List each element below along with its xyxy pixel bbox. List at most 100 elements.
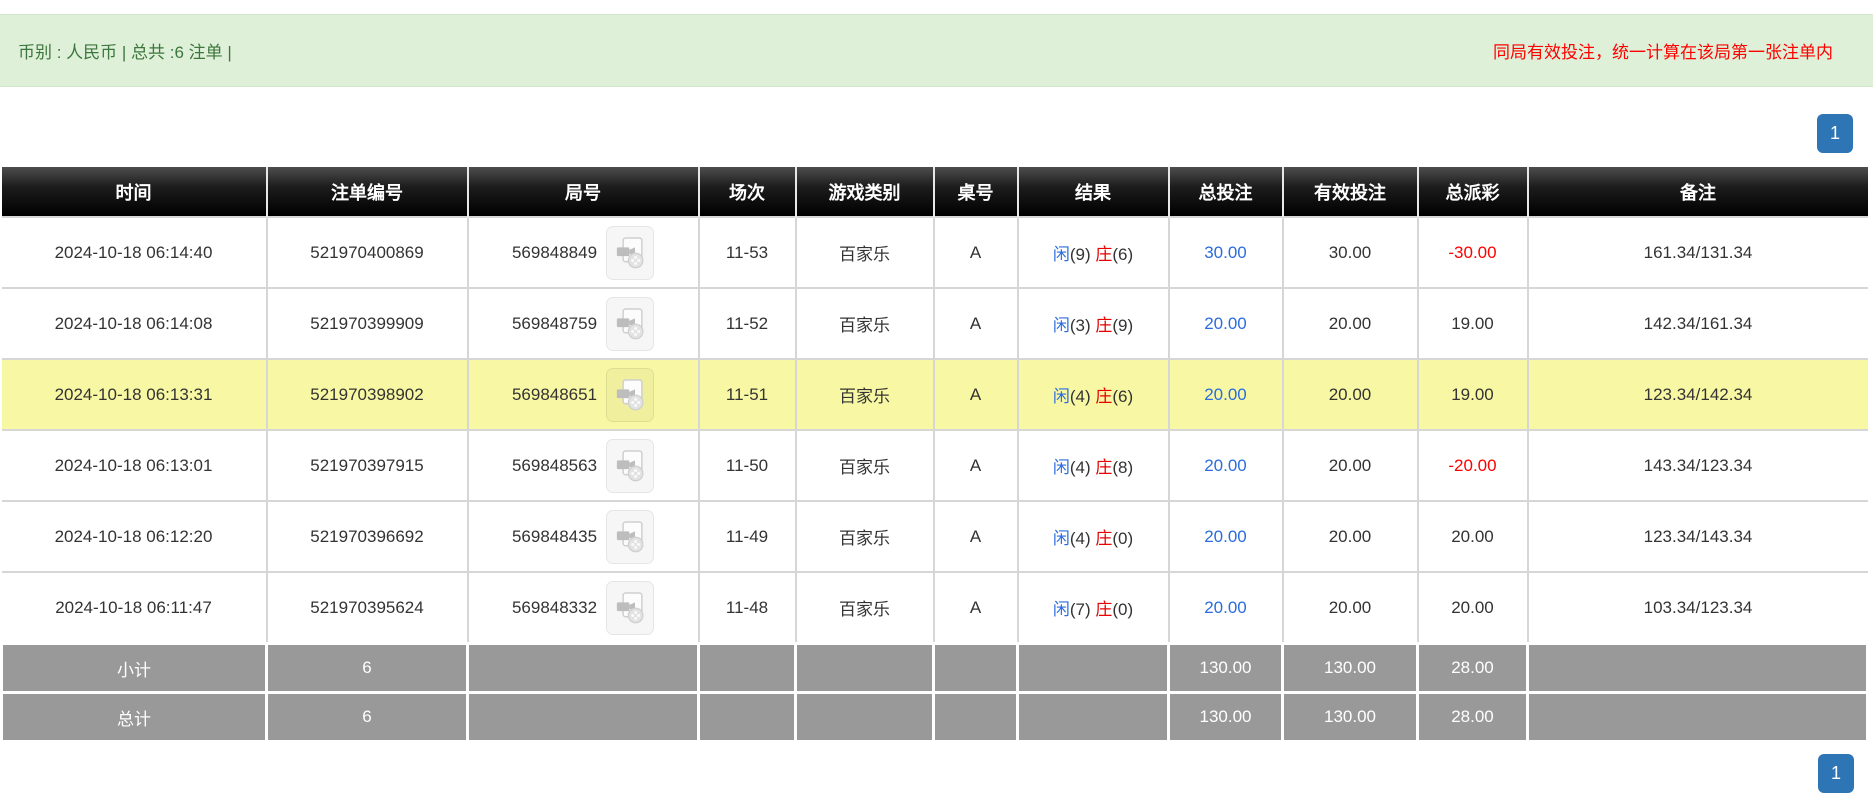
cell-time: 2024-10-18 06:11:47: [2, 572, 267, 644]
result-text: 闲(4) 庄(6): [1053, 387, 1133, 406]
cell-round-id: 569848332: [468, 572, 699, 644]
cell-valid-bet: 20.00: [1283, 359, 1418, 430]
summary-payout: 28.00: [1418, 693, 1528, 742]
cell-time: 2024-10-18 06:12:20: [2, 501, 267, 572]
summary-empty-cell: [1528, 644, 1868, 693]
cell-session: 11-51: [699, 359, 796, 430]
video-replay-icon[interactable]: [606, 581, 654, 635]
result-text: 闲(4) 庄(0): [1053, 529, 1133, 548]
cell-game-type: 百家乐: [796, 288, 934, 359]
cell-session: 11-52: [699, 288, 796, 359]
cell-session: 11-49: [699, 501, 796, 572]
round-number: 569848435: [512, 527, 597, 547]
summary-empty-cell: [1528, 693, 1868, 742]
currency-summary-text: 币别 : 人民币 | 总共 :6 注单 |: [18, 38, 232, 63]
cell-bet-id: 521970399909: [267, 288, 468, 359]
summary-total-bet: 130.00: [1169, 693, 1283, 742]
cell-game-type: 百家乐: [796, 217, 934, 288]
cell-round-id: 569848849: [468, 217, 699, 288]
summary-empty-cell: [796, 644, 934, 693]
cell-bet-id: 521970397915: [267, 430, 468, 501]
cell-table-no: A: [934, 359, 1018, 430]
cell-remark: 123.34/143.34: [1528, 501, 1868, 572]
cell-valid-bet: 20.00: [1283, 430, 1418, 501]
summary-empty-cell: [934, 693, 1018, 742]
page-1-button[interactable]: 1: [1817, 114, 1853, 153]
column-header-7: 总投注: [1169, 167, 1283, 217]
cell-table-no: A: [934, 288, 1018, 359]
cell-time: 2024-10-18 06:13:01: [2, 430, 267, 501]
cell-valid-bet: 30.00: [1283, 217, 1418, 288]
cell-remark: 161.34/131.34: [1528, 217, 1868, 288]
page-1-button-bottom[interactable]: 1: [1818, 754, 1854, 793]
cell-game-type: 百家乐: [796, 501, 934, 572]
column-header-0: 时间: [2, 167, 267, 217]
table-row: 2024-10-18 06:14:08521970399909569848759…: [2, 288, 1868, 359]
table-row: 2024-10-18 06:14:40521970400869569848849…: [2, 217, 1868, 288]
pagination-top: 1: [0, 114, 1873, 153]
video-replay-icon[interactable]: [606, 297, 654, 351]
video-replay-icon[interactable]: [606, 368, 654, 422]
cell-total-bet: 20.00: [1169, 501, 1283, 572]
summary-empty-cell: [934, 644, 1018, 693]
cell-table-no: A: [934, 430, 1018, 501]
cell-session: 11-50: [699, 430, 796, 501]
cell-total-bet: 30.00: [1169, 217, 1283, 288]
round-number: 569848651: [512, 385, 597, 405]
cell-bet-id: 521970400869: [267, 217, 468, 288]
cell-result: 闲(7) 庄(0): [1018, 572, 1169, 644]
bet-records-page: { "notice_bar": { "left_text": "币别 : 人民币…: [0, 14, 1873, 764]
cell-result: 闲(3) 庄(9): [1018, 288, 1169, 359]
result-text: 闲(4) 庄(8): [1053, 458, 1133, 477]
cell-payout: -30.00: [1418, 217, 1528, 288]
summary-count: 6: [267, 693, 468, 742]
cell-total-bet: 20.00: [1169, 359, 1283, 430]
subtotal-row: 小计6130.00130.0028.00: [2, 644, 1868, 693]
video-replay-icon[interactable]: [606, 439, 654, 493]
table-body: 2024-10-18 06:14:40521970400869569848849…: [2, 217, 1868, 742]
cell-total-bet: 20.00: [1169, 430, 1283, 501]
cell-result: 闲(4) 庄(8): [1018, 430, 1169, 501]
result-text: 闲(7) 庄(0): [1053, 600, 1133, 619]
notice-bar: 币别 : 人民币 | 总共 :6 注单 | 同局有效投注，统一计算在该局第一张注…: [0, 14, 1873, 87]
cell-game-type: 百家乐: [796, 572, 934, 644]
cell-valid-bet: 20.00: [1283, 572, 1418, 644]
cell-game-type: 百家乐: [796, 430, 934, 501]
summary-count: 6: [267, 644, 468, 693]
table-row: 2024-10-18 06:11:47521970395624569848332…: [2, 572, 1868, 644]
column-header-2: 局号: [468, 167, 699, 217]
column-header-1: 注单编号: [267, 167, 468, 217]
cell-bet-id: 521970395624: [267, 572, 468, 644]
summary-empty-cell: [796, 693, 934, 742]
column-header-10: 备注: [1528, 167, 1868, 217]
cell-result: 闲(4) 庄(0): [1018, 501, 1169, 572]
column-header-6: 结果: [1018, 167, 1169, 217]
summary-valid-bet: 130.00: [1283, 644, 1418, 693]
cell-payout: 19.00: [1418, 359, 1528, 430]
bet-records-table: 时间注单编号局号场次游戏类别桌号结果总投注有效投注总派彩备注 2024-10-1…: [0, 167, 1869, 743]
cell-time: 2024-10-18 06:13:31: [2, 359, 267, 430]
cell-payout: 20.00: [1418, 501, 1528, 572]
summary-payout: 28.00: [1418, 644, 1528, 693]
cell-bet-id: 521970396692: [267, 501, 468, 572]
table-row: 2024-10-18 06:12:20521970396692 569848435…: [2, 501, 1868, 572]
cell-session: 11-48: [699, 572, 796, 644]
summary-empty-cell: [699, 644, 796, 693]
column-header-5: 桌号: [934, 167, 1018, 217]
cell-game-type: 百家乐: [796, 359, 934, 430]
table-header-row: 时间注单编号局号场次游戏类别桌号结果总投注有效投注总派彩备注: [2, 167, 1868, 217]
cell-round-id: 569848435: [468, 501, 699, 572]
video-replay-icon[interactable]: [606, 226, 654, 280]
round-number: 569848849: [512, 243, 597, 263]
video-replay-icon[interactable]: [606, 510, 654, 564]
round-number: 569848563: [512, 456, 597, 476]
summary-total-bet: 130.00: [1169, 644, 1283, 693]
column-header-4: 游戏类别: [796, 167, 934, 217]
table-row: 2024-10-18 06:13:01521970397915 569848563…: [2, 430, 1868, 501]
result-text: 闲(3) 庄(9): [1053, 316, 1133, 335]
cell-bet-id: 521970398902: [267, 359, 468, 430]
result-text: 闲(9) 庄(6): [1053, 245, 1133, 264]
summary-empty-cell: [699, 693, 796, 742]
summary-empty-cell: [468, 644, 699, 693]
cell-session: 11-53: [699, 217, 796, 288]
